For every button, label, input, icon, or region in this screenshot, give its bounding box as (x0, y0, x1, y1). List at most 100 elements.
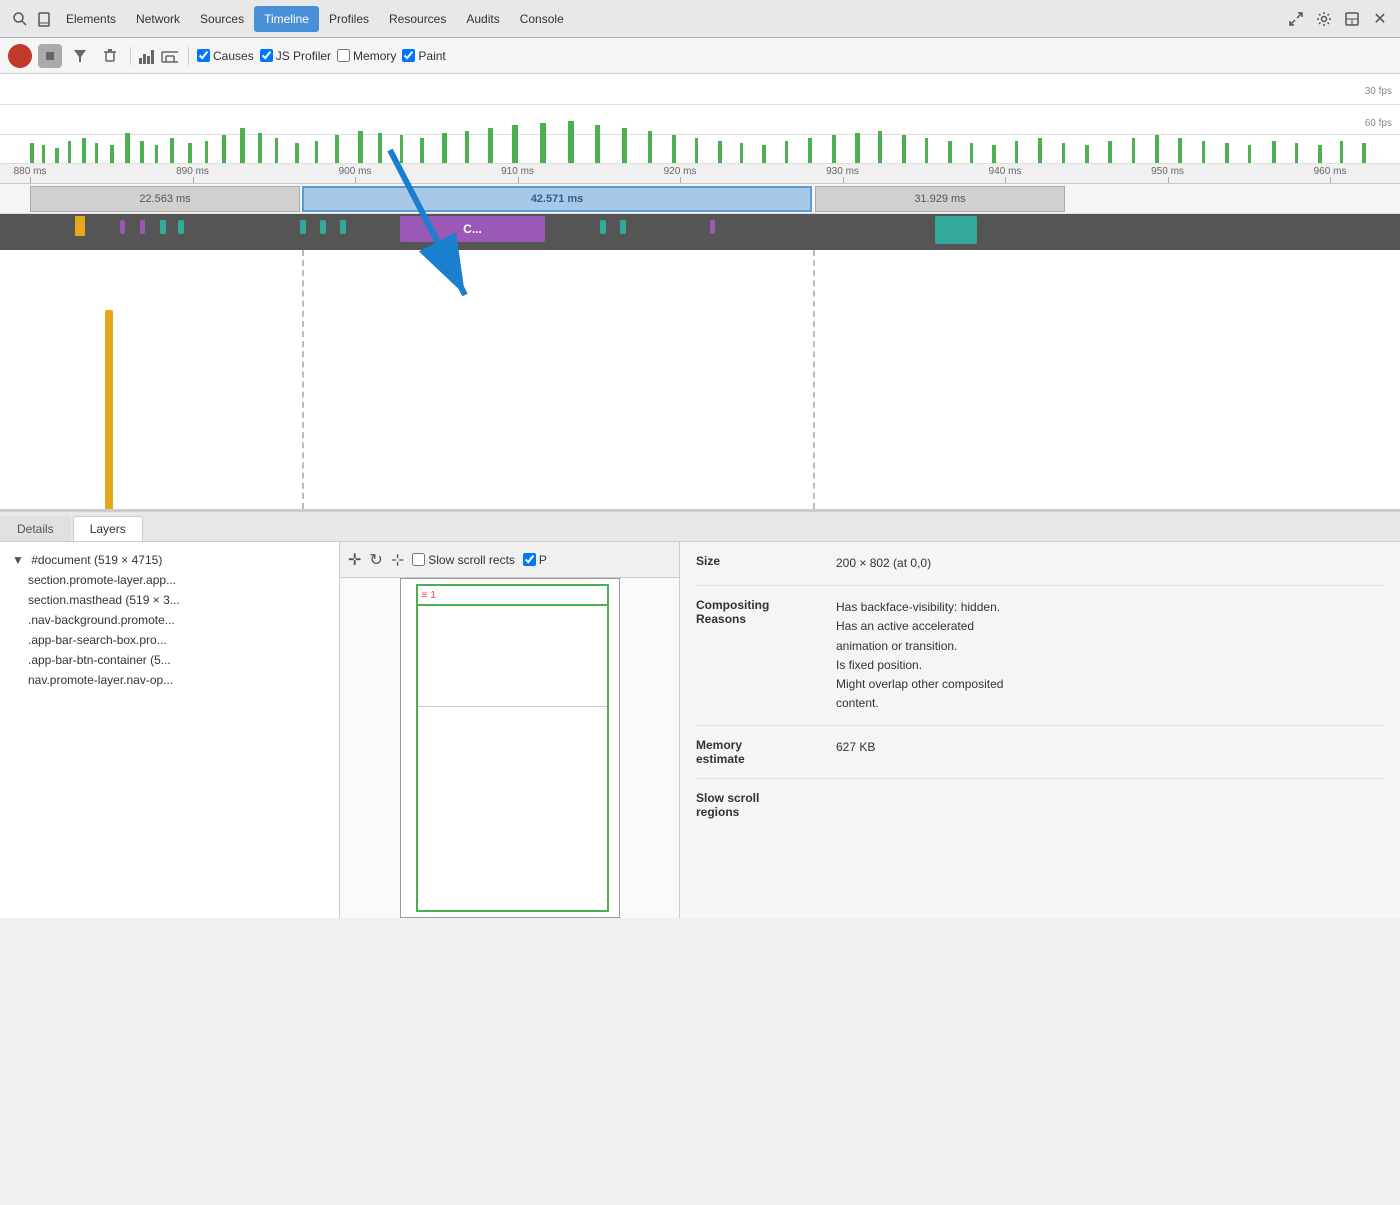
fps-bar (420, 138, 424, 163)
fps-bar (1108, 141, 1112, 163)
menu-item-timeline[interactable]: Timeline (254, 6, 319, 32)
fps-bar (902, 135, 906, 163)
layer-item[interactable]: .nav-background.promote... (0, 610, 339, 630)
compositing-label: Compositing Reasons (696, 598, 836, 713)
gear-icon[interactable] (1314, 9, 1334, 29)
dark-band[interactable]: C... (0, 214, 1400, 250)
js-profiler-checkbox[interactable]: JS Profiler (260, 49, 331, 63)
move-icon[interactable]: ⊹ (391, 550, 404, 570)
fps-bar (358, 131, 363, 163)
causes-checkbox[interactable]: Causes (197, 49, 254, 63)
tree-arrow: ▼ (12, 553, 24, 567)
layer-viz-content[interactable]: ≡ 1 (340, 578, 679, 918)
event-green-5[interactable] (340, 220, 346, 234)
frame-block-2[interactable]: 42.571 ms (302, 186, 812, 212)
fps-bar (672, 135, 676, 163)
dock-icon[interactable] (1342, 9, 1362, 29)
fps-bar (1202, 141, 1205, 163)
fps-bar (992, 145, 996, 163)
rotate-icon[interactable]: ↻ (369, 550, 382, 570)
menu-item-network[interactable]: Network (126, 6, 190, 32)
record-button[interactable] (8, 44, 32, 68)
fps-bar (125, 133, 130, 163)
fps-bar (1178, 138, 1182, 163)
expand-icon[interactable] (1286, 9, 1306, 29)
info-panel: Size 200 × 802 (at 0,0) Compositing Reas… (680, 542, 1400, 918)
flame-chart-button[interactable] (160, 48, 180, 64)
event-green-1[interactable] (160, 220, 166, 234)
layer-visualization: ✛ ↻ ⊹ Slow scroll rects P ≡ 1 (340, 542, 680, 918)
event-c-block[interactable]: C... (400, 216, 545, 242)
menu-item-resources[interactable]: Resources (379, 6, 456, 32)
fps-bar (622, 128, 627, 163)
frame-blocks-row[interactable]: 22.563 ms 42.571 ms 31.929 ms (0, 184, 1400, 214)
menu-item-console[interactable]: Console (510, 6, 574, 32)
fps-ruler[interactable]: 30 fps 60 fps (0, 74, 1400, 164)
paints-checkbox[interactable]: P (523, 553, 547, 567)
stop-button[interactable] (38, 44, 62, 68)
menu-item-elements[interactable]: Elements (56, 6, 126, 32)
frame-block-1[interactable]: 22.563 ms (30, 186, 300, 212)
close-icon[interactable]: ✕ (1370, 9, 1390, 29)
fps-bar (540, 123, 546, 163)
pan-icon[interactable]: ✛ (348, 550, 361, 570)
toolbar: Causes JS Profiler Memory Paint (0, 38, 1400, 74)
layer-item[interactable]: section.promote-layer.app... (0, 570, 339, 590)
fps-bar (595, 125, 600, 163)
preview-header-bar: ≡ 1 (416, 584, 609, 606)
layer-item[interactable]: nav.promote-layer.nav-op... (0, 670, 339, 690)
event-yellow[interactable] (75, 216, 85, 236)
tab-layers[interactable]: Layers (73, 516, 143, 541)
dashed-line-2 (813, 250, 815, 509)
slow-scroll-checkbox[interactable]: Slow scroll rects (412, 553, 515, 567)
timeline-container: 30 fps 60 fps 880 ms890 ms900 ms910 ms92… (0, 74, 1400, 510)
memory-checkbox[interactable]: Memory (337, 49, 396, 63)
event-green-3[interactable] (300, 220, 306, 234)
layer-item[interactable]: .app-bar-btn-container (5... (0, 650, 339, 670)
events-area[interactable] (0, 250, 1400, 510)
device-icon[interactable] (34, 9, 54, 29)
filter-icon[interactable] (70, 46, 90, 66)
fps-bar (1318, 145, 1322, 163)
menu-item-profiles[interactable]: Profiles (319, 6, 379, 32)
bar-chart-button[interactable] (139, 48, 154, 64)
time-mark-0: 880 ms (14, 166, 47, 177)
layer-root[interactable]: ▼ #document (519 × 4715) (0, 550, 339, 570)
fps-bar (42, 145, 45, 163)
event-purple-1[interactable] (120, 220, 125, 234)
paint-checkbox[interactable]: Paint (402, 49, 445, 63)
fps-bar (1132, 138, 1135, 163)
event-bar-yellow[interactable] (105, 310, 113, 510)
fps-bar (30, 143, 34, 163)
preview-body (416, 606, 609, 912)
search-icon[interactable] (10, 9, 30, 29)
fps-bar (258, 133, 262, 163)
tab-details[interactable]: Details (0, 516, 71, 541)
fps-bar (275, 138, 278, 163)
trash-icon[interactable] (100, 46, 120, 66)
tabs-row: Details Layers (0, 512, 1400, 542)
layer-children: section.promote-layer.app...section.mast… (0, 570, 339, 690)
time-mark-7: 950 ms (1151, 166, 1184, 177)
fps-bar (1225, 143, 1229, 163)
event-green-4[interactable] (320, 220, 326, 234)
event-green-7[interactable] (620, 220, 626, 234)
layer-item[interactable]: section.masthead (519 × 3... (0, 590, 339, 610)
menu-item-audits[interactable]: Audits (456, 6, 509, 32)
event-purple-2[interactable] (140, 220, 145, 234)
time-mark-8: 960 ms (1314, 166, 1347, 177)
event-green-6[interactable] (600, 220, 606, 234)
menu-item-sources[interactable]: Sources (190, 6, 254, 32)
fps-bar (68, 141, 71, 163)
fps-bar (378, 133, 382, 163)
memory-value: 627 KB (836, 738, 1384, 766)
event-green-2[interactable] (178, 220, 184, 234)
compositing-value: Has backface-visibility: hidden. Has an … (836, 598, 1384, 713)
frame-block-3[interactable]: 31.929 ms (815, 186, 1065, 212)
right-icons: ✕ (1284, 9, 1392, 29)
event-green-block[interactable] (935, 216, 977, 244)
fps-bar (295, 143, 299, 163)
layer-item[interactable]: .app-bar-search-box.pro... (0, 630, 339, 650)
time-ruler[interactable]: 880 ms890 ms900 ms910 ms920 ms930 ms940 … (0, 164, 1400, 184)
event-purple-3[interactable] (710, 220, 715, 234)
